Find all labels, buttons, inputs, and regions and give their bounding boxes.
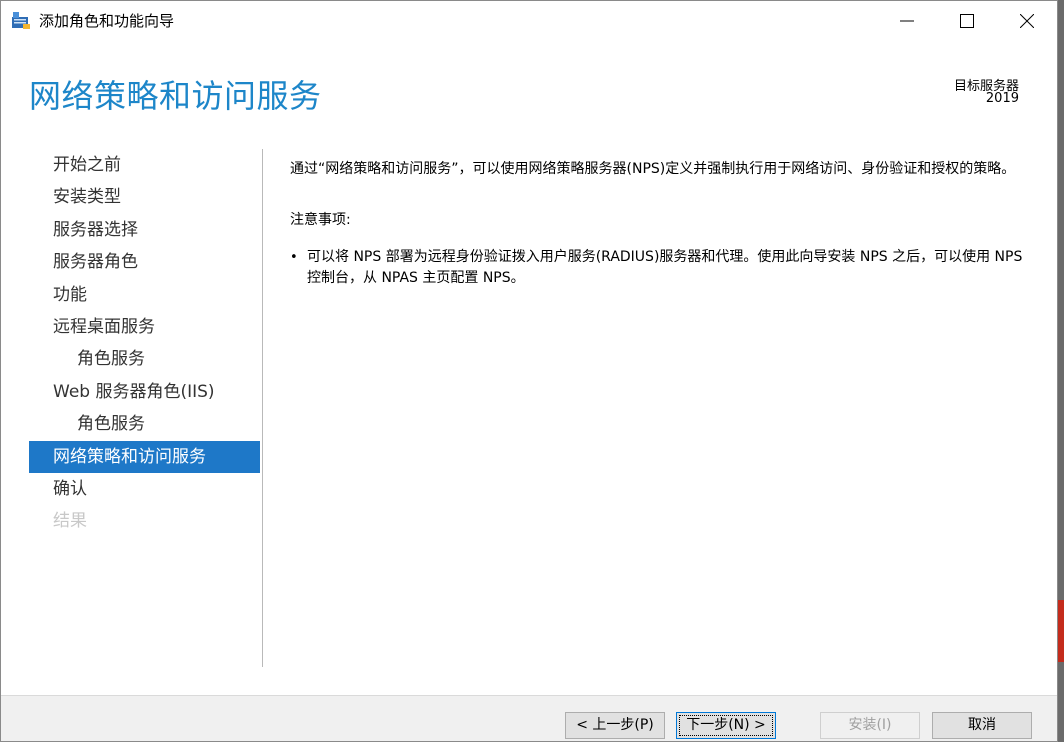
wizard-window: 添加角色和功能向导 网络策略和访问服务 目标服务器 2019 开始之前 安装类型… xyxy=(0,0,1058,742)
next-button[interactable]: 下一步(N) > xyxy=(676,712,776,739)
nav-item-server-roles[interactable]: 服务器角色 xyxy=(29,246,260,278)
button-bar: < 上一步(P) 下一步(N) > 安装(I) 取消 xyxy=(1,695,1057,741)
page-title: 网络策略和访问服务 xyxy=(29,77,322,115)
content-pane: 通过“网络策略和访问服务”，可以使用网络策略服务器(NPS)定义并强制执行用于网… xyxy=(290,159,1035,289)
nav-item-remote-desktop-services[interactable]: 远程桌面服务 xyxy=(29,311,260,343)
close-button[interactable] xyxy=(997,1,1057,39)
target-server-value: 2019 xyxy=(985,91,1019,106)
nav-item-results: 结果 xyxy=(53,511,87,532)
install-button: 安装(I) xyxy=(820,712,920,739)
window-title: 添加角色和功能向导 xyxy=(39,12,175,30)
bullet-icon: • xyxy=(290,250,298,265)
background-window-edge xyxy=(1058,600,1064,662)
wizard-nav: 开始之前 安装类型 服务器选择 服务器角色 功能 远程桌面服务 角色服务 Web… xyxy=(29,149,260,538)
list-item: • 可以将 NPS 部署为远程身份验证拨入用户服务(RADIUS)服务器和代理。… xyxy=(290,247,1035,289)
server-manager-icon xyxy=(11,11,31,29)
nav-divider xyxy=(262,149,263,667)
notes-title: 注意事项: xyxy=(290,212,351,228)
maximize-button[interactable] xyxy=(937,1,997,39)
previous-button[interactable]: < 上一步(P) xyxy=(565,712,665,739)
nav-item-iis-role-services[interactable]: 角色服务 xyxy=(29,408,260,440)
bullet-text: 可以将 NPS 部署为远程身份验证拨入用户服务(RADIUS)服务器和代理。使用… xyxy=(307,249,1023,286)
nav-item-server-selection[interactable]: 服务器选择 xyxy=(29,214,260,246)
nav-item-installation-type[interactable]: 安装类型 xyxy=(29,181,260,213)
cancel-button[interactable]: 取消 xyxy=(932,712,1032,739)
intro-text: 通过“网络策略和访问服务”，可以使用网络策略服务器(NPS)定义并强制执行用于网… xyxy=(290,161,1016,177)
nav-item-rds-role-services[interactable]: 角色服务 xyxy=(29,343,260,375)
nav-item-features[interactable]: 功能 xyxy=(29,279,260,311)
title-bar: 添加角色和功能向导 xyxy=(1,1,1057,39)
minimize-button[interactable] xyxy=(877,1,937,39)
nav-item-web-server-role[interactable]: Web 服务器角色(IIS) xyxy=(29,376,260,408)
nav-item-before-you-begin[interactable]: 开始之前 xyxy=(29,149,260,181)
nav-item-confirmation[interactable]: 确认 xyxy=(29,473,260,505)
nav-item-npas[interactable]: 网络策略和访问服务 xyxy=(29,440,260,473)
